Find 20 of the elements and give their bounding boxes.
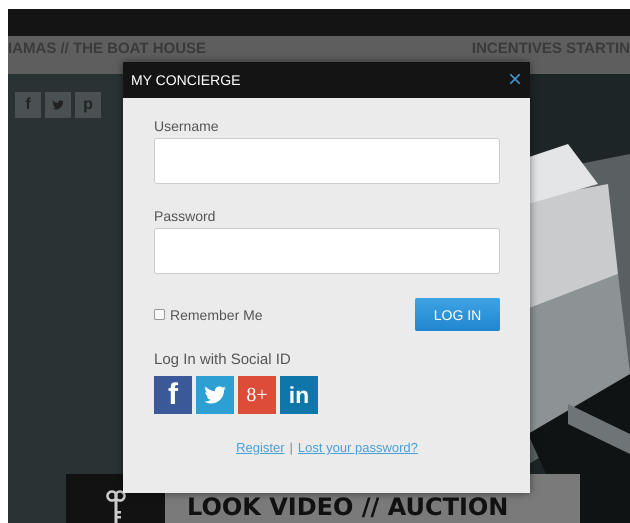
google-login-button[interactable]: 8+ [238, 376, 276, 414]
checkbox-label: Remember Me [170, 306, 263, 322]
bird-login-button[interactable] [196, 376, 234, 414]
input-field[interactable] [154, 138, 500, 184]
input-field[interactable] [154, 228, 500, 274]
login-button[interactable]: LOG IN [415, 298, 500, 331]
social-heading: Log In with Social ID [154, 351, 292, 368]
checkbox[interactable] [154, 309, 165, 320]
bird-icon [51, 98, 65, 112]
field-label: Username [154, 118, 220, 134]
linkedin-login-button[interactable]: in [280, 376, 318, 414]
field-label: Password [154, 208, 216, 224]
bird-share-icon[interactable] [45, 92, 71, 118]
lost-password-link[interactable]: Lost your password? [298, 440, 418, 455]
close-button[interactable]: × [508, 68, 522, 92]
link-separator: | [290, 440, 293, 455]
facebook-login-button[interactable]: f [154, 376, 192, 414]
register-link[interactable]: Register [236, 440, 285, 455]
key-icon [106, 489, 126, 523]
dialog-title: MY CONCIERGE [131, 72, 240, 88]
